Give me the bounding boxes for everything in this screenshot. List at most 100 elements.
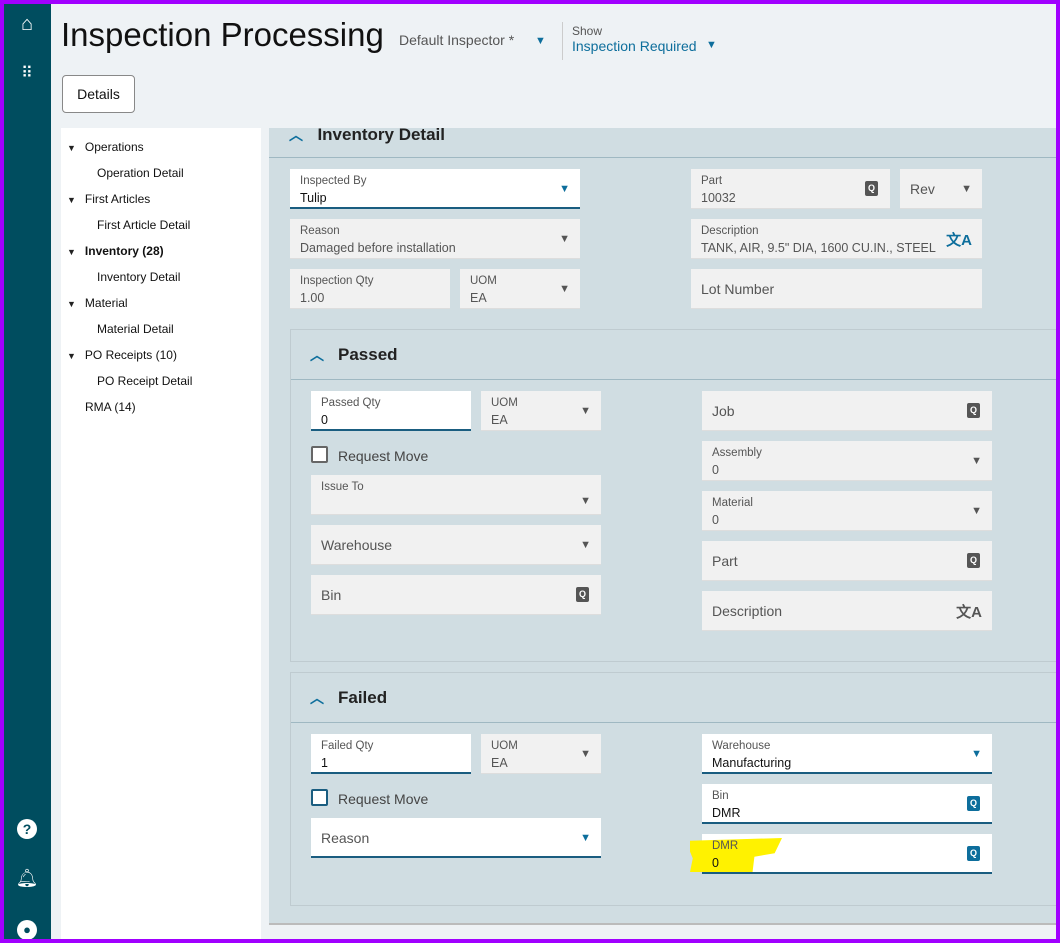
tree-item[interactable]: ▼ Operations — [67, 140, 144, 154]
passed-warehouse-dropdown[interactable]: Warehouse ▼ — [311, 525, 601, 565]
uom-dropdown[interactable]: UOM EA ▼ — [460, 269, 580, 309]
passed-part-field[interactable]: Part Q — [702, 541, 992, 581]
translate-icon[interactable]: 文A — [956, 601, 982, 622]
show-label: Show — [572, 24, 603, 38]
tree-item[interactable]: First Article Detail — [97, 218, 190, 232]
tree-item[interactable]: PO Receipt Detail — [97, 374, 192, 388]
failed-warehouse-dropdown[interactable]: Warehouse Manufacturing ▼ — [702, 734, 992, 774]
field-label: Failed Qty — [321, 740, 374, 752]
failed-header[interactable]: ︿ Failed — [310, 688, 387, 708]
field-value: 0 — [712, 856, 719, 870]
chevron-down-icon: ▼ — [580, 748, 591, 760]
field-label: Inspected By — [300, 175, 367, 187]
show-dropdown[interactable]: Show Inspection Required ▼ — [572, 24, 722, 60]
field-value: 10032 — [701, 191, 736, 205]
issue-to-dropdown[interactable]: Issue To ▼ — [311, 475, 601, 515]
checkbox-label: Request Move — [338, 791, 429, 807]
chevron-up-icon: ︿ — [310, 690, 324, 706]
chevron-down-icon: ▼ — [559, 183, 570, 195]
field-value: EA — [491, 756, 508, 770]
field-value: 1 — [321, 756, 328, 770]
job-field[interactable]: Job Q — [702, 391, 992, 431]
search-icon[interactable]: Q — [576, 587, 589, 602]
inspector-dropdown[interactable]: Default Inspector * ▼ — [399, 32, 549, 50]
section-title: Failed — [338, 688, 388, 707]
chevron-down-icon: ▼ — [971, 455, 982, 467]
tree-item[interactable]: RMA (14) — [85, 400, 136, 414]
chevron-down-icon: ▼ — [580, 539, 591, 551]
expand-triangle-icon[interactable]: ▼ — [67, 195, 76, 205]
inventory-detail-header[interactable]: ︿ Inventory Detail — [289, 125, 445, 145]
search-icon[interactable]: Q — [967, 403, 980, 418]
apps-grid-icon[interactable]: ⠿ — [14, 61, 40, 87]
field-label: Description — [712, 603, 783, 619]
field-value: 0 — [712, 513, 719, 527]
chevron-up-icon: ︿ — [289, 127, 303, 143]
field-label: UOM — [470, 275, 497, 287]
search-icon[interactable]: Q — [865, 181, 878, 196]
rev-dropdown[interactable]: Rev ▼ — [900, 169, 982, 209]
search-icon[interactable]: Q — [967, 553, 980, 568]
expand-triangle-icon[interactable]: ▼ — [67, 299, 76, 309]
chevron-down-icon: ▼ — [971, 505, 982, 517]
failed-qty-field[interactable]: Failed Qty 1 — [311, 734, 471, 774]
tree-item[interactable]: ▼ PO Receipts (10) — [67, 348, 177, 362]
passed-uom-dropdown[interactable]: UOM EA ▼ — [481, 391, 601, 431]
tree-item-label: Material Detail — [97, 322, 174, 336]
tree-item[interactable]: Operation Detail — [97, 166, 184, 180]
tree-item[interactable]: Inventory Detail — [97, 270, 180, 284]
home-icon[interactable]: ⌂ — [14, 11, 40, 37]
part-field[interactable]: Part 10032 Q — [691, 169, 890, 209]
tree-item-label: Inventory (28) — [84, 244, 164, 258]
inspected-by-dropdown[interactable]: Inspected By Tulip ▼ — [290, 169, 580, 209]
tree-item[interactable]: Material Detail — [97, 322, 174, 336]
field-label: Assembly — [712, 447, 762, 459]
checkbox-label: Request Move — [338, 448, 429, 464]
passed-qty-field[interactable]: Passed Qty 0 — [311, 391, 471, 431]
failed-request-move-checkbox[interactable] — [311, 789, 328, 806]
expand-triangle-icon[interactable]: ▼ — [67, 143, 76, 153]
field-label: Bin — [321, 587, 342, 603]
passed-bin-field[interactable]: Bin Q — [311, 575, 601, 615]
passed-request-move-checkbox[interactable] — [311, 446, 328, 463]
tree-item[interactable]: ▼ Inventory (28) — [67, 244, 164, 258]
user-icon[interactable]: ● — [14, 915, 40, 939]
details-button[interactable]: Details — [62, 75, 135, 113]
lot-number-field[interactable]: Lot Number — [691, 269, 982, 309]
reason-dropdown[interactable]: Reason Damaged before installation ▼ — [290, 219, 580, 259]
bell-icon[interactable]: 🔔︎ — [14, 865, 40, 891]
assembly-dropdown[interactable]: Assembly 0 ▼ — [702, 441, 992, 481]
field-label: DMR — [712, 840, 739, 852]
chevron-down-icon: ▼ — [706, 39, 717, 51]
failed-bin-field[interactable]: Bin DMR Q — [702, 784, 992, 824]
search-icon[interactable]: Q — [967, 796, 980, 811]
tree-item-label: PO Receipts (10) — [84, 348, 177, 362]
passed-header[interactable]: ︿ Passed — [310, 345, 398, 365]
field-label: Job — [712, 403, 735, 419]
dmr-field-content[interactable]: DMR 0 Q — [702, 834, 992, 874]
description-field[interactable]: Description TANK, AIR, 9.5" DIA, 1600 CU.… — [691, 219, 982, 259]
translate-icon[interactable]: 文A — [946, 229, 972, 250]
material-dropdown[interactable]: Material 0 ▼ — [702, 491, 992, 531]
chevron-down-icon: ▼ — [559, 233, 570, 245]
tree-item[interactable]: ▼ First Articles — [67, 192, 150, 206]
expand-triangle-icon[interactable]: ▼ — [67, 351, 76, 361]
divider — [291, 379, 1056, 380]
help-icon[interactable]: ? — [14, 815, 40, 841]
field-label: Warehouse — [712, 740, 771, 752]
chevron-down-icon: ▼ — [580, 832, 591, 844]
page-title: Inspection Processing — [61, 16, 384, 53]
passed-description-field[interactable]: Description 文A — [702, 591, 992, 631]
field-label: Issue To — [321, 481, 364, 493]
failed-uom-dropdown[interactable]: UOM EA ▼ — [481, 734, 601, 774]
tree-item-label: Material — [84, 296, 128, 310]
tree-item-label: RMA (14) — [85, 400, 136, 414]
tree-item[interactable]: ▼ Material — [67, 296, 128, 310]
failed-reason-dropdown[interactable]: Reason ▼ — [311, 818, 601, 858]
expand-triangle-icon[interactable]: ▼ — [67, 247, 76, 257]
search-icon[interactable]: Q — [967, 846, 980, 861]
field-value: 0 — [712, 463, 719, 477]
tree-item-label: Operation Detail — [97, 166, 184, 180]
inspection-qty-field[interactable]: Inspection Qty 1.00 — [290, 269, 450, 309]
chevron-down-icon: ▼ — [961, 183, 972, 195]
